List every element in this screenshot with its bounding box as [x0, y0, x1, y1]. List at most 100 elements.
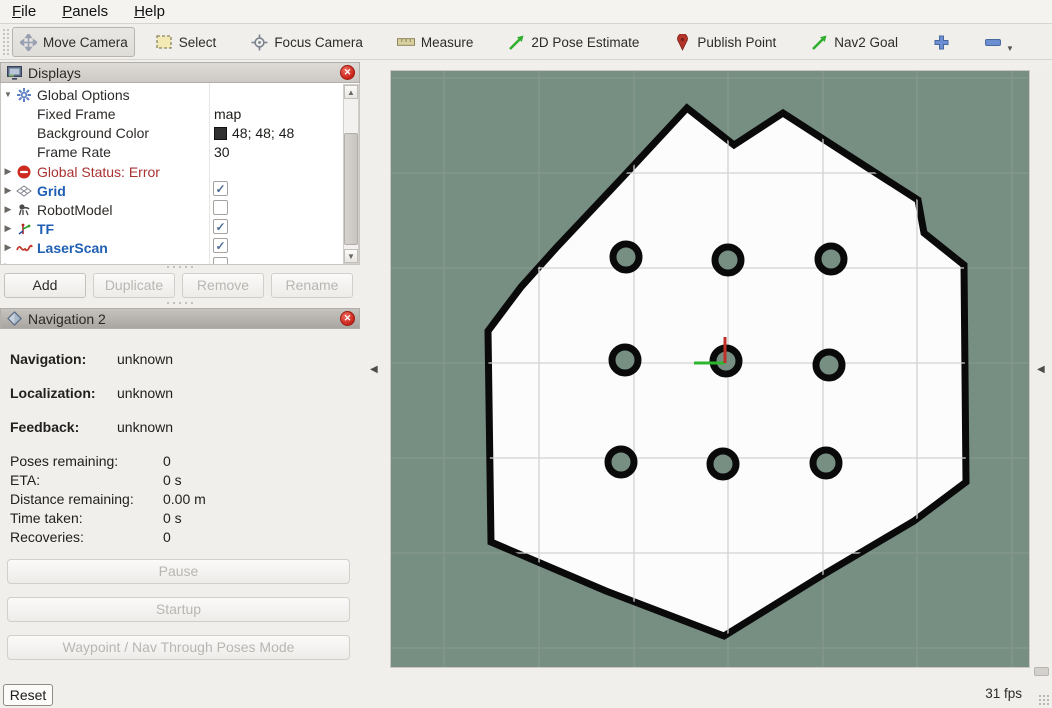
- poses-remaining-label: Poses remaining:: [10, 453, 118, 469]
- add-tool-button[interactable]: [926, 27, 956, 57]
- tf-label: TF: [37, 221, 54, 237]
- tree-row-frame-rate[interactable]: Frame Rate: [1, 142, 341, 161]
- reset-button[interactable]: Reset: [3, 684, 53, 706]
- collapse-triangle-icon[interactable]: ▶: [1, 166, 15, 177]
- menu-file[interactable]: File: [12, 3, 36, 20]
- robot-model-checkbox[interactable]: [213, 200, 228, 215]
- pause-button[interactable]: Pause: [7, 559, 350, 584]
- fixed-frame-label: Fixed Frame: [37, 106, 116, 122]
- frame-rate-label: Frame Rate: [37, 144, 111, 160]
- tool-dropdown-caret-icon[interactable]: ▼: [1006, 44, 1014, 53]
- tree-row-laser-scan[interactable]: ▶ LaserScan: [1, 238, 341, 257]
- collapse-triangle-icon[interactable]: ▶: [1, 223, 15, 234]
- nav2-panel-body: Navigation: unknown Localization: unknow…: [0, 330, 360, 682]
- displays-panel-header[interactable]: Displays ✕: [0, 62, 360, 83]
- publish-point-label: Publish Point: [697, 35, 776, 50]
- scroll-down-icon[interactable]: ▼: [344, 249, 358, 263]
- move-camera-icon: [19, 33, 37, 51]
- map-canvas[interactable]: [391, 71, 1029, 667]
- splitter-handle[interactable]: [163, 266, 197, 270]
- expand-triangle-icon[interactable]: ▼: [1, 90, 15, 99]
- focus-camera-icon: [250, 33, 268, 51]
- nav2-goal-tool[interactable]: Nav2 Goal: [804, 27, 904, 57]
- recoveries-label: Recoveries:: [10, 529, 84, 545]
- color-swatch: [214, 127, 227, 140]
- background-color-label: Background Color: [37, 125, 149, 141]
- strip-handle[interactable]: [1034, 667, 1049, 676]
- localization-label: Localization:: [10, 385, 96, 401]
- splitter-handle[interactable]: [163, 302, 197, 306]
- select-label: Select: [179, 35, 217, 50]
- duplicate-button[interactable]: Duplicate: [93, 273, 175, 298]
- global-status-label: Global Status: Error: [37, 164, 160, 180]
- global-options-gear-icon: [15, 87, 33, 103]
- pose-estimate-tool[interactable]: 2D Pose Estimate: [501, 27, 645, 57]
- resize-grip[interactable]: [1038, 694, 1050, 706]
- measure-icon: [397, 33, 415, 51]
- remove-tool-button[interactable]: ▼: [978, 27, 1022, 57]
- tree-row-global-options[interactable]: ▼ Global Options: [1, 85, 341, 104]
- collapse-triangle-icon[interactable]: ▶: [1, 185, 15, 196]
- recoveries-value: 0: [163, 529, 171, 545]
- select-tool[interactable]: Select: [149, 27, 223, 57]
- robot-model-label: RobotModel: [37, 202, 113, 218]
- partial-checkbox[interactable]: [213, 257, 228, 265]
- minus-icon: [984, 33, 1002, 51]
- tree-row-partial[interactable]: ▶: [1, 257, 341, 265]
- measure-tool[interactable]: Measure: [391, 27, 480, 57]
- tree-row-global-status[interactable]: ▶ Global Status: Error: [1, 162, 341, 181]
- collapse-triangle-icon[interactable]: ▶: [1, 261, 15, 265]
- distance-remaining-value: 0.00 m: [163, 491, 206, 507]
- fixed-frame-value[interactable]: map: [214, 106, 241, 122]
- navigation-value: unknown: [117, 351, 173, 367]
- menu-panels[interactable]: Panels: [62, 3, 108, 20]
- tree-row-robot-model[interactable]: ▶ RobotModel: [1, 200, 341, 219]
- laser-scan-icon: [15, 240, 33, 256]
- pose-estimate-label: 2D Pose Estimate: [531, 35, 639, 50]
- eta-label: ETA:: [10, 472, 40, 488]
- collapse-triangle-icon[interactable]: ▶: [1, 242, 15, 253]
- partial-display-icon: [15, 259, 33, 266]
- laser-scan-checkbox[interactable]: [213, 238, 228, 253]
- laser-scan-label: LaserScan: [37, 240, 108, 256]
- toolbar: Move Camera Select Focus Camera: [0, 25, 1052, 60]
- focus-camera-label: Focus Camera: [274, 35, 363, 50]
- focus-camera-tool[interactable]: Focus Camera: [244, 27, 369, 57]
- tree-row-grid[interactable]: ▶ Grid: [1, 181, 341, 200]
- time-taken-value: 0 s: [163, 510, 182, 526]
- frame-rate-value[interactable]: 30: [214, 144, 230, 160]
- nav2-close-button[interactable]: ✕: [340, 311, 355, 326]
- nav2-goal-arrow-icon: [810, 33, 828, 51]
- startup-button[interactable]: Startup: [7, 597, 350, 622]
- add-button[interactable]: Add: [4, 273, 86, 298]
- scrollbar-thumb[interactable]: [344, 133, 358, 245]
- collapse-triangle-icon[interactable]: ▶: [1, 204, 15, 215]
- nav2-panel-header[interactable]: Navigation 2 ✕: [0, 308, 360, 329]
- poses-remaining-value: 0: [163, 453, 171, 469]
- move-camera-tool[interactable]: Move Camera: [12, 27, 135, 57]
- displays-tree: ▼ Global Options Fixed Frame map Backgro…: [0, 83, 360, 265]
- toolbar-grip[interactable]: [2, 28, 10, 56]
- grid-checkbox[interactable]: [213, 181, 228, 196]
- waypoint-mode-button[interactable]: Waypoint / Nav Through Poses Mode: [7, 635, 350, 660]
- displays-close-button[interactable]: ✕: [340, 65, 355, 80]
- move-camera-label: Move Camera: [43, 35, 128, 50]
- menu-bar: File Panels Help: [0, 0, 1052, 24]
- displays-scrollbar[interactable]: ▲ ▼: [343, 84, 359, 264]
- tree-row-tf[interactable]: ▶ TF: [1, 219, 341, 238]
- menu-help[interactable]: Help: [134, 3, 165, 20]
- scroll-up-icon[interactable]: ▲: [344, 85, 358, 99]
- tf-axes-icon: [15, 221, 33, 237]
- tf-checkbox[interactable]: [213, 219, 228, 234]
- render-view[interactable]: [390, 70, 1030, 668]
- right-panel-collapse-icon[interactable]: ◀: [1037, 364, 1045, 375]
- remove-button[interactable]: Remove: [182, 273, 264, 298]
- nav2-panel-icon: [7, 311, 22, 326]
- left-panel-collapse-icon[interactable]: ◀: [370, 364, 378, 375]
- global-options-label: Global Options: [37, 87, 130, 103]
- tree-row-fixed-frame[interactable]: Fixed Frame: [1, 104, 341, 123]
- publish-point-tool[interactable]: Publish Point: [667, 27, 782, 57]
- rename-button[interactable]: Rename: [271, 273, 353, 298]
- navigation-label: Navigation:: [10, 351, 86, 367]
- background-color-value[interactable]: 48; 48; 48: [214, 125, 294, 141]
